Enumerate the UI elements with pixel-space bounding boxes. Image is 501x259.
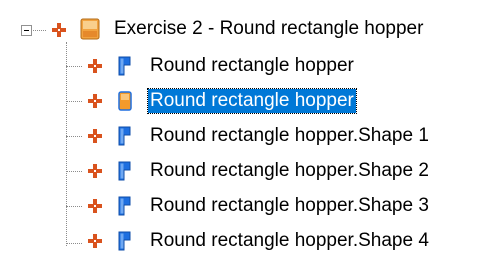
orange-part-icon [118,91,132,111]
cross-icon [88,59,102,73]
tree-node-label: Round rectangle hopper [147,88,357,114]
cross-icon [88,199,102,213]
cross-icon [88,94,102,108]
tree-view: Exercise 2 - Round rectangle hopper Roun… [0,0,501,259]
tree-node-label: Exercise 2 - Round rectangle hopper [114,18,424,39]
blue-part-icon [118,126,131,146]
blue-part-icon [118,161,131,181]
tree-node[interactable]: Round rectangle hopper.Shape 1 [0,120,501,154]
tree-node[interactable]: Round rectangle hopper.Shape 2 [0,155,501,189]
tree-node[interactable]: Round rectangle hopper.Shape 4 [0,225,501,259]
cross-icon [88,234,102,248]
cross-icon [88,164,102,178]
tree-node-label: Round rectangle hopper.Shape 3 [150,195,429,216]
cross-icon [88,129,102,143]
blue-part-icon [118,231,131,251]
collapse-toggle-icon[interactable] [21,25,32,36]
tree-node-label: Round rectangle hopper.Shape 1 [150,125,429,146]
tree-node-label: Round rectangle hopper [150,55,354,76]
tree-node-root[interactable]: Exercise 2 - Round rectangle hopper [0,13,501,47]
blue-part-icon [118,196,131,216]
tree-node-selected[interactable]: Round rectangle hopper [0,85,501,119]
tree-node[interactable]: Round rectangle hopper [0,50,501,84]
tree-node-label: Round rectangle hopper.Shape 2 [150,160,429,181]
assembly-icon [80,18,100,40]
tree-node-label: Round rectangle hopper.Shape 4 [150,230,429,251]
blue-part-icon [118,56,131,76]
tree-node[interactable]: Round rectangle hopper.Shape 3 [0,190,501,224]
cross-icon [52,23,66,37]
